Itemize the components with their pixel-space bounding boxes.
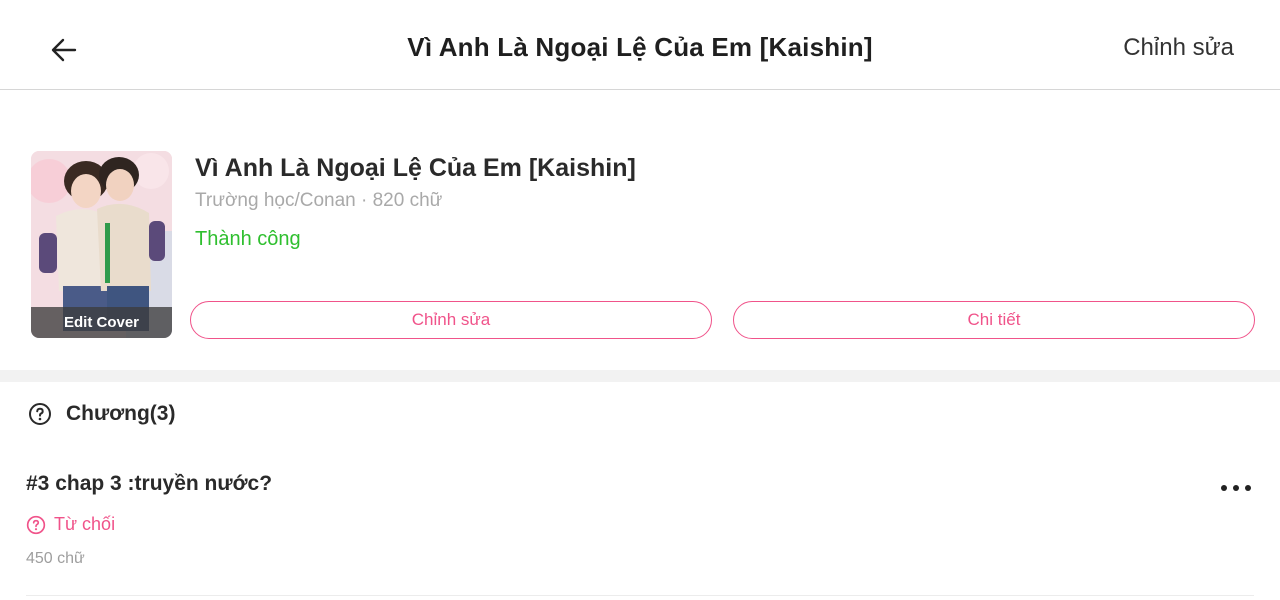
edit-button[interactable]: Chỉnh sửa <box>1123 34 1234 62</box>
chapters-count-label: Chương(3) <box>66 402 176 425</box>
chapter-title: #3 chap 3 :truyền nước? <box>26 472 273 495</box>
edit-cover-label[interactable]: Edit Cover <box>31 307 172 338</box>
help-circle-icon <box>26 515 46 534</box>
story-status: Thành công <box>195 228 301 250</box>
section-divider <box>0 370 1280 382</box>
story-summary: Edit Cover Vì Anh Là Ngoại Lệ Của Em [Ka… <box>0 90 1280 370</box>
story-detail-button[interactable]: Chi tiết <box>733 301 1255 339</box>
chapter-word-count: 450 chữ <box>26 550 85 567</box>
story-title: Vì Anh Là Ngoại Lệ Của Em [Kaishin] <box>195 154 636 182</box>
help-circle-icon[interactable] <box>28 402 52 426</box>
story-cover[interactable]: Edit Cover <box>31 151 172 338</box>
chapter-list-item[interactable]: #3 chap 3 :truyền nước? Từ chối 450 chữ <box>0 455 1280 597</box>
dot <box>1245 485 1251 491</box>
dot <box>1221 485 1227 491</box>
top-navigation-bar: Vì Anh Là Ngoại Lệ Của Em [Kaishin] Chỉn… <box>0 0 1280 90</box>
story-meta: Trường học/Conan · 820 chữ <box>195 190 443 211</box>
chapter-status: Từ chối <box>26 514 115 535</box>
row-divider <box>26 595 1254 596</box>
story-edit-button[interactable]: Chỉnh sửa <box>190 301 712 339</box>
dot <box>1233 485 1239 491</box>
more-options-button[interactable] <box>1216 473 1256 503</box>
chapter-status-text: Từ chối <box>54 514 116 534</box>
page-title: Vì Anh Là Ngoại Lệ Của Em [Kaishin] <box>407 32 873 62</box>
chapters-header: Chương(3) <box>28 400 175 428</box>
